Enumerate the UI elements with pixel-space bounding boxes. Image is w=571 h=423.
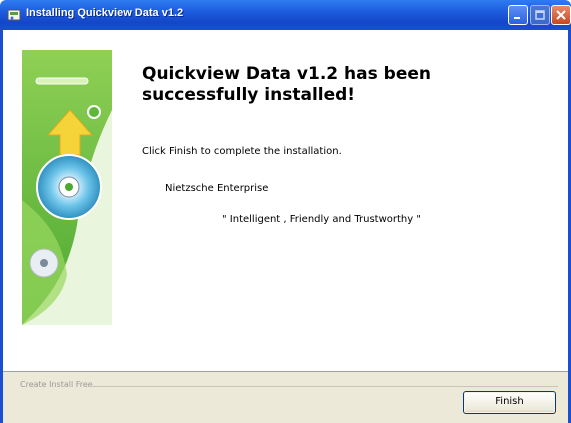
cd-disc-icon	[29, 248, 59, 278]
brand-separator	[88, 386, 558, 387]
company-name: Nietzsche Enterprise	[165, 183, 269, 194]
install-complete-heading: Quickview Data v1.2 has been successfull…	[142, 64, 431, 105]
installer-window: Installing Quickview Data v1.2 Quickview…	[0, 0, 571, 423]
minimize-icon	[514, 17, 520, 19]
window-title: Installing Quickview Data v1.2	[26, 7, 184, 19]
finish-instruction: Click Finish to complete the installatio…	[142, 146, 342, 157]
maximize-button[interactable]	[530, 5, 550, 25]
minimize-button[interactable]	[508, 5, 528, 25]
cd-disc-icon	[36, 154, 102, 220]
maximize-icon	[535, 10, 545, 20]
window-frame-left	[0, 30, 3, 423]
finish-button[interactable]: Finish	[463, 391, 556, 414]
close-button[interactable]	[551, 5, 571, 25]
installer-banner	[22, 50, 112, 325]
installer-brand: Create Install Free	[20, 380, 93, 389]
close-icon	[556, 10, 566, 20]
company-tagline: " Intelligent , Friendly and Trustworthy…	[222, 214, 421, 225]
title-bar[interactable]: Installing Quickview Data v1.2	[0, 0, 571, 30]
installer-app-icon	[7, 9, 21, 21]
